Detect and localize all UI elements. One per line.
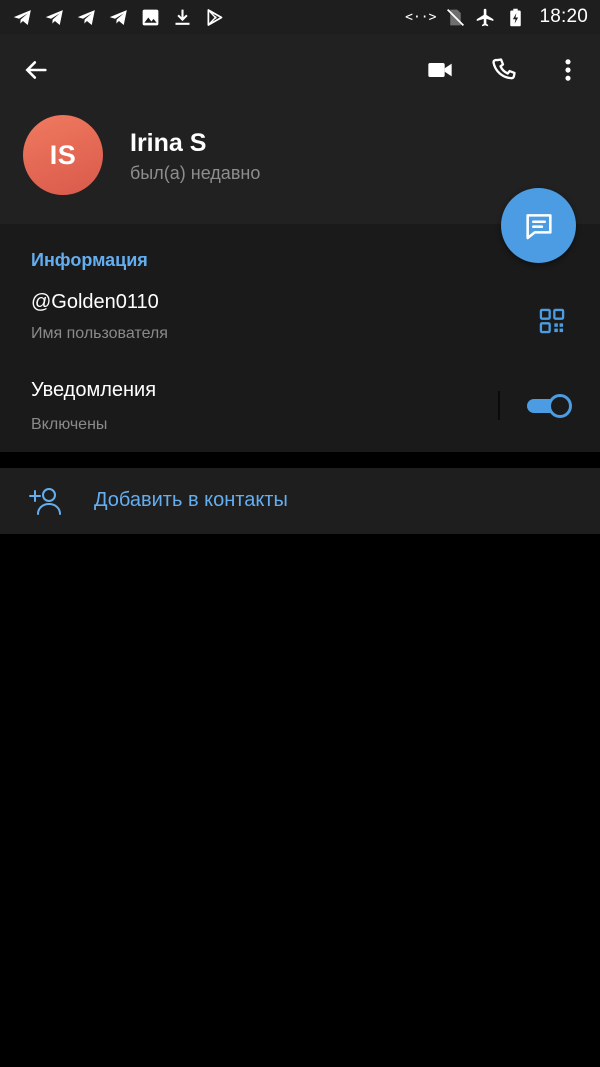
- back-arrow-icon: [25, 61, 47, 79]
- telegram-icon: [44, 7, 65, 28]
- toggle-knob: [548, 394, 572, 418]
- data-saver-icon: <··>: [405, 9, 437, 25]
- telegram-icon: [108, 7, 129, 28]
- airplane-icon: [475, 7, 496, 28]
- add-person-icon: [27, 484, 63, 518]
- avatar-initials: IS: [49, 139, 77, 170]
- section-title: Информация: [31, 250, 148, 270]
- clock: 18:20: [539, 6, 588, 27]
- more-options-button[interactable]: [546, 48, 590, 92]
- add-contact-label: Добавить в контакты: [94, 489, 288, 511]
- system-icons: <··> 18:20: [405, 6, 588, 28]
- video-call-button[interactable]: [418, 48, 462, 92]
- add-contact-button[interactable]: Добавить в контакты: [0, 468, 600, 534]
- play-store-icon: [204, 7, 225, 28]
- download-icon: [172, 7, 193, 28]
- qr-code-icon: [539, 308, 565, 334]
- notifications-title: Уведомления: [31, 379, 157, 401]
- info-section: Информация @Golden0110 Имя пользователя …: [0, 224, 600, 452]
- phone-icon: [492, 58, 516, 80]
- profile-header: IS Irina S был(а) недавно: [0, 34, 600, 224]
- message-icon: [525, 213, 552, 239]
- battery-charging-icon: [505, 7, 526, 28]
- last-seen-status: был(а) недавно: [130, 163, 261, 183]
- row-divider: [498, 391, 500, 420]
- username-value[interactable]: @Golden0110: [31, 291, 159, 314]
- image-icon: [140, 7, 161, 28]
- notification-icons: [12, 7, 225, 28]
- qr-code-button[interactable]: [535, 304, 569, 338]
- avatar[interactable]: IS: [23, 115, 103, 195]
- username-label: Имя пользователя: [31, 325, 168, 342]
- profile-screen: <··> 18:20 IS Irina S был(а) недавно Инф…: [0, 0, 600, 1067]
- no-sim-icon: [445, 7, 466, 28]
- video-call-icon: [428, 63, 452, 77]
- back-button[interactable]: [14, 48, 58, 92]
- notifications-toggle[interactable]: [527, 394, 572, 418]
- telegram-icon: [76, 7, 97, 28]
- more-vertical-icon: [565, 59, 571, 81]
- status-bar: <··> 18:20: [0, 0, 600, 34]
- voice-call-button[interactable]: [482, 48, 526, 92]
- send-message-button[interactable]: [501, 188, 576, 263]
- notifications-state: Включены: [31, 416, 108, 433]
- telegram-icon: [12, 7, 33, 28]
- profile-name: Irina S: [130, 129, 207, 157]
